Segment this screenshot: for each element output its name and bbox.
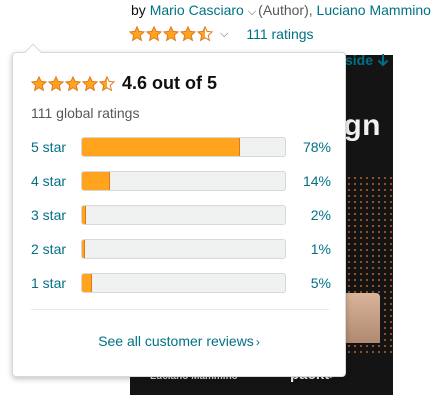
histogram-star-label[interactable]: 3 star — [31, 207, 81, 223]
histogram-bar[interactable] — [81, 171, 286, 191]
popover-header: 4.6 out of 5 — [31, 73, 217, 94]
star-icon — [65, 75, 81, 91]
cover-title: gn — [343, 109, 381, 142]
histogram-bar-fill — [82, 274, 93, 292]
histogram-percent[interactable]: 78% — [286, 139, 331, 155]
histogram-row[interactable]: 2 star 1% — [31, 239, 331, 259]
histogram-bar-fill — [82, 172, 111, 190]
see-all-label[interactable]: See all customer reviews — [98, 333, 254, 349]
star-icon — [82, 75, 98, 91]
rating-row[interactable]: ⌵ 111 ratings — [129, 24, 314, 44]
histogram-star-label[interactable]: 4 star — [31, 173, 81, 189]
histogram-percent[interactable]: 2% — [286, 207, 331, 223]
chevron-down-icon[interactable]: ⌵ — [248, 6, 256, 18]
look-inside-label[interactable]: side — [345, 52, 373, 68]
star-rating[interactable] — [129, 26, 214, 42]
rating-histogram: 5 star 78% 4 star 14% 3 star 2% 2 star 1% 1 star… — [31, 137, 331, 307]
ratings-popover: 4.6 out of 5 111 global ratings 5 star 78… — [12, 43, 346, 377]
histogram-row[interactable]: 1 star 5% — [31, 273, 331, 293]
author-link-mario[interactable]: Mario Casciaro — [150, 2, 244, 18]
histogram-star-label[interactable]: 1 star — [31, 275, 81, 291]
histogram-row[interactable]: 4 star 14% — [31, 171, 331, 191]
histogram-bar[interactable] — [81, 137, 286, 157]
author-role: (Author), — [258, 2, 313, 18]
histogram-star-label[interactable]: 2 star — [31, 241, 81, 257]
byline-prefix: by — [131, 2, 146, 18]
look-inside-link[interactable]: side — [345, 52, 389, 68]
star-rating — [31, 75, 116, 92]
star-icon — [146, 26, 162, 42]
author-link-luciano[interactable]: Luciano Mammino — [317, 2, 431, 18]
see-all-reviews-link[interactable]: See all customer reviews › — [13, 333, 345, 349]
popover-arrow — [24, 43, 42, 61]
histogram-row[interactable]: 3 star 2% — [31, 205, 331, 225]
histogram-percent[interactable]: 5% — [286, 275, 331, 291]
star-icon — [129, 26, 145, 42]
histogram-percent[interactable]: 1% — [286, 241, 331, 257]
chevron-down-icon[interactable]: ⌵ — [220, 28, 228, 41]
ratings-count-link[interactable]: 111 ratings — [246, 26, 313, 42]
histogram-bar-fill — [82, 206, 87, 224]
byline: by Mario Casciaro ⌵ (Author), Luciano Mamm… — [131, 2, 431, 19]
histogram-percent[interactable]: 14% — [286, 173, 331, 189]
histogram-bar-fill — [82, 138, 241, 156]
star-icon — [31, 75, 47, 91]
global-ratings-count: 111 global ratings — [31, 105, 140, 121]
histogram-bar-fill — [82, 240, 85, 258]
average-rating: 4.6 out of 5 — [122, 73, 218, 93]
star-icon — [48, 75, 64, 91]
histogram-bar[interactable] — [81, 239, 286, 259]
histogram-row[interactable]: 5 star 78% — [31, 137, 331, 157]
arrow-down-icon — [377, 54, 389, 67]
star-icon — [99, 75, 115, 91]
histogram-bar[interactable] — [81, 205, 286, 225]
divider — [31, 309, 329, 310]
author-photo — [340, 293, 380, 343]
star-icon — [197, 26, 213, 42]
star-icon — [163, 26, 179, 42]
histogram-star-label[interactable]: 5 star — [31, 139, 81, 155]
histogram-bar[interactable] — [81, 273, 286, 293]
star-icon — [180, 26, 196, 42]
chevron-right-icon: › — [255, 335, 260, 349]
